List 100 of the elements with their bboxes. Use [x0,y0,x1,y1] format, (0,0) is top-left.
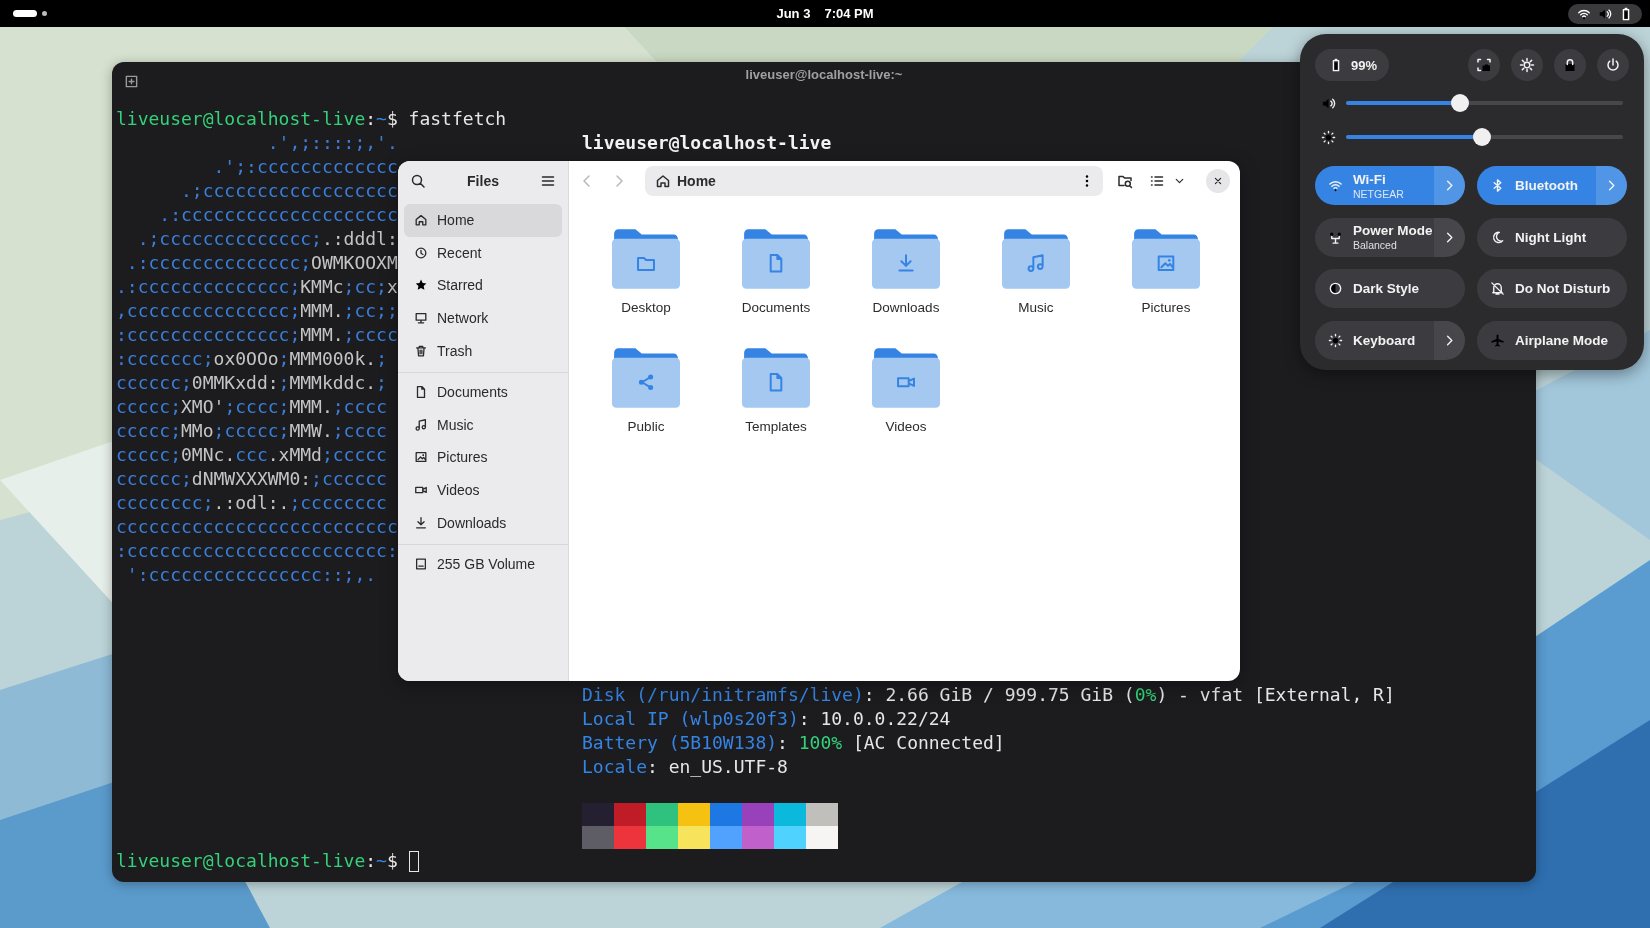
volume-slider[interactable] [1346,94,1623,112]
folder-icon[interactable] [1002,227,1070,291]
date-text[interactable]: Jun 3 [776,6,811,21]
app-title: Files [467,173,499,189]
ascii-logo-line: cccccc;0MMKxdd:;MMMkddc.; [116,371,387,395]
sidebar-item[interactable]: 255 GB Volume [404,547,562,581]
slider-thumb[interactable] [1472,128,1491,146]
sidebar-item[interactable]: Pictures [404,441,562,474]
music-note-icon [414,417,428,432]
quick-toggle[interactable]: Power Mode Balanced [1315,217,1465,257]
folder-label[interactable]: Templates [745,419,807,434]
download-icon [414,515,428,530]
bell-slash-icon [1490,281,1505,296]
settings-button[interactable] [1511,49,1543,81]
new-tab-icon[interactable] [124,74,139,89]
system-status-button[interactable] [1568,3,1642,24]
document-icon [414,385,428,400]
time-text[interactable]: 7:04 PM [824,6,874,21]
sun-icon [1321,129,1336,145]
airplane-icon [1490,332,1505,348]
search-icon[interactable] [410,173,426,189]
ascii-logo-line: .;cccccccccccccc;.:dddl: [136,227,398,251]
ascii-logo-line: :ccccccc;ox0OOo;MMM000k.; [116,347,387,371]
folder-icon[interactable] [1132,227,1200,291]
close-icon [1212,175,1224,187]
folder-label[interactable]: Videos [885,419,927,434]
folder-label[interactable]: Pictures [1141,300,1191,315]
folder-label[interactable]: Documents [741,300,811,315]
info-line: Locale: en_US.UTF-8 [582,755,788,779]
power-icon [1605,57,1621,73]
quick-toggle[interactable]: Dark Style [1315,269,1465,308]
ascii-logo-line: ':cccccccccccccccc::;,. [125,563,377,587]
folder-icon[interactable] [742,346,810,410]
slider-thumb[interactable] [1450,94,1469,112]
lock-button[interactable] [1554,49,1586,81]
info-line: Disk (/run/initramfs/live): 2.66 GiB / 999.75 GiB (0%) - vfat [External, R] [582,683,1395,707]
home-icon [655,173,671,189]
expand-button[interactable] [1434,166,1465,205]
ascii-logo-line: .',;::::;,'. [266,131,398,155]
folder-icon[interactable] [612,346,680,410]
host-title: liveuser@localhost-live [582,131,832,155]
info-line: Battery (5B10W138): 100% [AC Connected] [582,731,1005,755]
ascii-logo-line: ccccc;XMO';cccc;MMM.;cccc [116,395,387,419]
sidebar-item[interactable]: Documents [404,375,562,409]
battery-percent: 99% [1351,57,1378,73]
quick-toggle[interactable]: Airplane Mode [1477,320,1627,360]
folder-label[interactable]: Music [1018,300,1054,315]
sidebar-item[interactable]: Network [404,301,562,335]
drive-icon [414,557,428,572]
folder-icon[interactable] [872,227,940,291]
ascii-logo-line: ccccc;MMo;ccccc;MMW.;cccc [116,419,387,443]
moon-icon [1490,229,1505,245]
folder-icon[interactable] [872,346,940,410]
home-icon [414,213,428,228]
trash-icon [414,343,428,358]
ascii-logo-line: ccccc;0MNc.ccc.xMMd;ccccc [116,443,387,467]
power-button[interactable] [1597,49,1629,81]
expand-button[interactable] [1434,320,1465,360]
path-bar[interactable]: Home [645,166,1103,196]
ascii-logo-line: cccccccc;.:odl:.;cccccccc [116,491,387,515]
battery-indicator[interactable]: 99% [1315,49,1390,81]
expand-button[interactable] [1596,166,1627,205]
ascii-logo-line: .';:ccccccccccccc [212,155,398,179]
text-cursor [408,850,419,872]
folder-label[interactable]: Public [627,419,665,434]
expand-button[interactable] [1434,217,1465,257]
screenshot-button[interactable] [1468,49,1500,81]
image-icon [414,450,428,465]
wifi-icon [1328,178,1343,193]
ascii-logo-line: cccccc;dNMWXXXWM0:;cccccc [116,467,387,491]
folder-icon[interactable] [612,227,680,291]
sidebar-item[interactable]: Trash [404,334,562,367]
quick-toggle[interactable]: Night Light [1477,217,1627,257]
settings-icon [1519,57,1535,73]
quick-toggle[interactable]: Do Not Disturb [1477,269,1627,308]
sidebar-item[interactable]: Home [404,204,562,237]
menu-icon[interactable] [540,173,556,189]
ascii-logo-line: :ccccccccccccccc;MMM.;cccc [116,323,398,347]
folder-label[interactable]: Downloads [872,300,940,315]
sidebar-item[interactable]: Recent [404,236,562,270]
path-label[interactable]: Home [677,173,716,189]
ascii-logo-line: ,ccccccccccccccc;MMM.;cc;; [116,299,398,323]
monitor-icon [414,311,428,326]
sidebar-item[interactable]: Music [404,408,562,442]
sidebar-item[interactable]: Downloads [404,506,562,539]
quick-toggle[interactable]: Keyboard [1315,320,1465,360]
list-view-icon[interactable] [1149,173,1165,189]
camera-icon [1476,57,1492,73]
folder-label[interactable]: Desktop [621,300,671,315]
sidebar-item[interactable]: Videos [404,473,562,507]
folder-search-icon[interactable] [1117,173,1133,189]
folder-icon[interactable] [742,227,810,291]
sidebar-item[interactable]: Starred [404,269,562,302]
ascii-logo-line: .:cccccccccccccccccccc [158,203,398,227]
ascii-logo-line: :cccccccccccccccccccccccc: [116,539,398,563]
ascii-logo-line: .:cccccccccccccc;OWMKOOXM [125,251,398,275]
ascii-logo-line: .;cccccccccccccccccc [180,179,398,203]
window-title: liveuser@localhost-live:~ [745,67,903,82]
brightness-slider[interactable] [1346,128,1623,146]
ascii-logo-line: cccccccccccccccccccccccccc [116,515,398,539]
